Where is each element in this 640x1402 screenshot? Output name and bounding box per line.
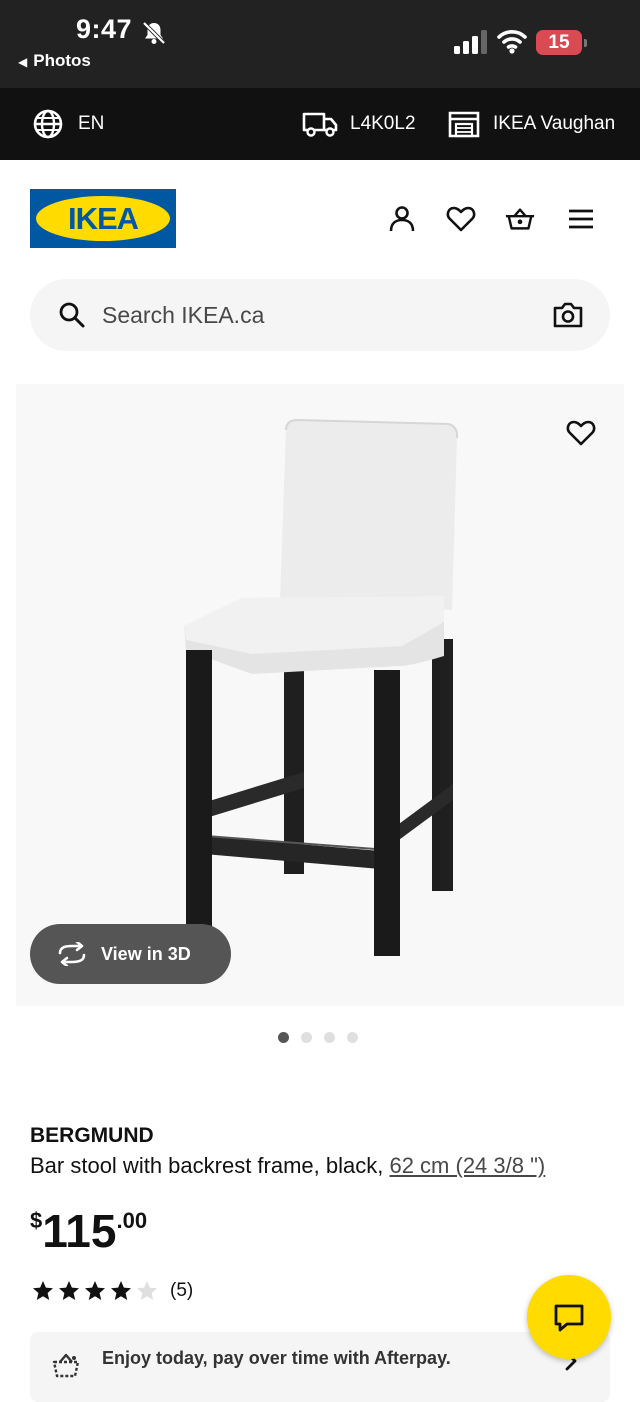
view-in-3d-button[interactable]: View in 3D — [30, 924, 231, 984]
carousel-dot[interactable] — [301, 1032, 312, 1043]
back-to-photos-button[interactable]: ◀ Photos — [18, 51, 91, 71]
carousel-dot[interactable] — [278, 1032, 289, 1043]
back-triangle-icon: ◀ — [18, 55, 28, 69]
battery-indicator: 15 — [536, 30, 587, 55]
language-selector[interactable]: EN — [32, 88, 104, 160]
product-price: $115.00 — [30, 1204, 147, 1258]
price-currency: $ — [30, 1208, 43, 1233]
menu-icon[interactable] — [566, 204, 596, 234]
battery-level: 15 — [548, 32, 570, 53]
afterpay-text: Enjoy today, pay over time with Afterpay… — [102, 1348, 451, 1368]
carousel-indicator — [278, 1032, 358, 1044]
store-icon — [448, 111, 480, 138]
back-label: Photos — [33, 51, 91, 70]
carousel-dot[interactable] — [324, 1032, 335, 1043]
star-empty-icon — [137, 1281, 157, 1300]
star-filled-icon — [85, 1281, 105, 1300]
star-filled-icon — [33, 1281, 53, 1300]
star-filled-icon — [111, 1281, 131, 1300]
rating-stars[interactable]: (5) — [30, 1279, 193, 1303]
review-count: (5) — [170, 1280, 194, 1301]
camera-search-icon[interactable] — [553, 301, 583, 329]
language-label: EN — [78, 113, 105, 134]
price-integer: 115 — [42, 1205, 117, 1257]
save-favourite-heart-icon[interactable] — [566, 418, 596, 448]
site-header: IKEA — [0, 160, 640, 278]
cellular-signal-icon — [454, 30, 487, 54]
store-selector[interactable]: IKEA Vaughan — [448, 88, 615, 160]
product-image-gallery[interactable]: View in 3D — [16, 384, 624, 1006]
delivery-truck-icon — [302, 112, 338, 137]
chat-button[interactable] — [527, 1275, 611, 1359]
location-bar: EN L4K0L2 IKEA Vaughan — [0, 88, 640, 160]
product-description-text: Bar stool with backrest frame, black, — [30, 1153, 390, 1178]
carousel-dot[interactable] — [347, 1032, 358, 1043]
status-time: 9:47 — [76, 14, 133, 44]
afterpay-banner[interactable]: Enjoy today, pay over time with Afterpay… — [30, 1332, 610, 1402]
search-input[interactable]: Search IKEA.ca — [30, 279, 610, 351]
ikea-logo[interactable]: IKEA — [30, 189, 176, 248]
postal-code-label: L4K0L2 — [350, 113, 416, 134]
status-bar: 9:47 ◀ Photos 15 — [0, 0, 640, 88]
price-decimal: .00 — [116, 1208, 148, 1233]
bar-stool-image — [184, 418, 459, 956]
globe-icon — [33, 109, 63, 139]
logo-text: IKEA — [67, 201, 139, 236]
account-icon[interactable] — [387, 204, 417, 234]
rotate-3d-icon — [58, 942, 86, 966]
afterpay-basket-icon — [52, 1353, 80, 1378]
view-in-3d-label: View in 3D — [101, 944, 191, 964]
store-label: IKEA Vaughan — [493, 113, 616, 134]
star-filled-icon — [59, 1281, 79, 1300]
search-icon — [59, 302, 85, 328]
wifi-icon — [497, 30, 527, 54]
favourites-heart-icon[interactable] — [446, 204, 476, 234]
postal-code-selector[interactable]: L4K0L2 — [302, 88, 416, 160]
product-size-link[interactable]: 62 cm (24 3/8 ") — [389, 1153, 545, 1178]
shopping-basket-icon[interactable] — [505, 204, 535, 234]
product-description: Bar stool with backrest frame, black, 62… — [30, 1153, 545, 1179]
chat-bubble-icon — [554, 1304, 584, 1332]
search-placeholder: Search IKEA.ca — [102, 302, 265, 328]
bell-slash-icon — [142, 21, 166, 45]
product-name: BERGMUND — [30, 1124, 154, 1147]
battery-tip — [584, 39, 587, 47]
